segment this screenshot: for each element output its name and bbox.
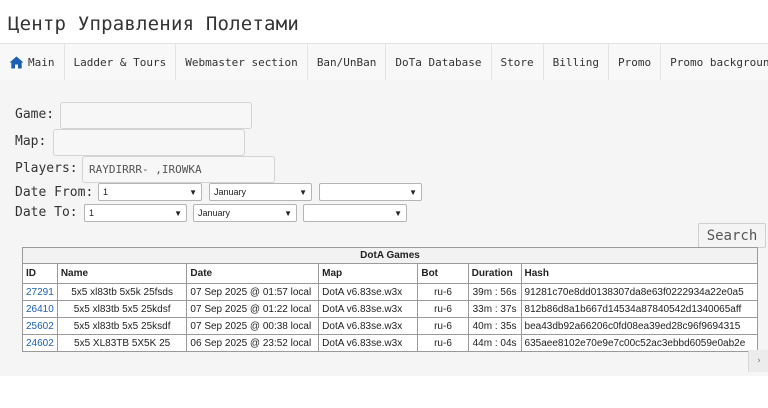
game-id-link[interactable]: 26410 (26, 304, 54, 315)
chevron-down-icon: ▼ (394, 208, 402, 218)
game-hash: 91281c70e8dd0138307da8e63f0222934a22e0a5 (520, 283, 759, 301)
game-duration: 44m : 04s (467, 334, 522, 352)
game-id-link[interactable]: 24602 (26, 338, 54, 349)
date-from-month-value: January (214, 187, 247, 197)
game-hash: 635aee8102e70e9e7c00c52ac3ebbd6059e0ab2e (520, 334, 759, 352)
date-to-year-select[interactable]: ▼ (303, 204, 407, 222)
nav-item-label: Main (28, 56, 55, 69)
chevron-down-icon: ▼ (299, 187, 307, 197)
chevron-down-icon: ▼ (409, 187, 417, 197)
game-name: 5x5 xl83tb 5x5 25kdsf (56, 300, 188, 318)
site-title: Центр Управления Полетами (8, 13, 299, 35)
column-header-hash: Hash (520, 263, 759, 284)
chevron-down-icon: ▼ (284, 208, 292, 218)
date-to-month-select[interactable]: January ▼ (193, 204, 297, 222)
search-button[interactable]: Search (698, 223, 766, 248)
nav-item-billing[interactable]: Billing (544, 44, 609, 81)
game-bot: ru-6 (417, 300, 469, 318)
game-hash: 812b86d8a1b667d14534a87840542d1340065aff (520, 300, 759, 318)
date-from-day-select[interactable]: 1 ▼ (98, 183, 202, 201)
column-header-date: Date (186, 263, 320, 284)
main-navbar: Main Ladder & Tours Webmaster section Ba… (0, 43, 768, 82)
nav-item-webmaster[interactable]: Webmaster section (176, 44, 308, 81)
date-from-month-select[interactable]: January ▼ (209, 183, 312, 201)
game-duration: 39m : 56s (467, 283, 522, 301)
nav-item-promo-background[interactable]: Promo background (661, 44, 768, 81)
game-date: 07 Sep 2025 @ 01:22 local (186, 300, 320, 318)
game-map: DotA v6.83se.w3x (318, 283, 419, 301)
game-bot: ru-6 (417, 317, 469, 335)
nav-item-store[interactable]: Store (492, 44, 544, 81)
column-header-duration: Duration (467, 263, 522, 284)
nav-item-ladder-tours[interactable]: Ladder & Tours (65, 44, 177, 81)
game-duration: 40m : 35s (467, 317, 522, 335)
game-id-link[interactable]: 27291 (26, 287, 54, 298)
chevron-down-icon: ▼ (174, 208, 182, 218)
date-to-day-select[interactable]: 1 ▼ (84, 204, 187, 222)
table-row: 27291 5x5 xl83tb 5x5k 25fsds 07 Sep 2025… (22, 283, 759, 301)
table-header-row: ID Name Date Map Bot Duration Hash (22, 263, 759, 284)
column-header-map: Map (318, 263, 419, 284)
game-map: DotA v6.83se.w3x (318, 334, 419, 352)
date-to-day-value: 1 (89, 208, 95, 218)
nav-item-main[interactable]: Main (0, 44, 65, 81)
date-from-day-value: 1 (103, 187, 109, 197)
table-row: 24602 5x5 XL83TB 5X5K 25 06 Sep 2025 @ 2… (22, 334, 759, 352)
game-label: Game: (15, 107, 55, 122)
game-date: 07 Sep 2025 @ 01:57 local (186, 283, 320, 301)
table-caption-row: DotA Games (22, 247, 758, 264)
scrollbar-corner[interactable]: › (748, 350, 768, 372)
players-input[interactable] (82, 156, 275, 183)
date-to-month-value: January (198, 208, 231, 218)
date-to-label: Date To: (15, 205, 78, 220)
game-map: DotA v6.83se.w3x (318, 317, 419, 335)
game-duration: 33m : 37s (467, 300, 522, 318)
game-date: 06 Sep 2025 @ 23:52 local (186, 334, 320, 352)
map-input[interactable] (53, 129, 245, 156)
table-row: 26410 5x5 xl83tb 5x5 25kdsf 07 Sep 2025 … (22, 300, 759, 318)
column-header-bot: Bot (417, 263, 469, 284)
date-from-label: Date From: (15, 185, 94, 200)
game-name: 5x5 xl83tb 5x5k 25fsds (56, 283, 188, 301)
game-bot: ru-6 (417, 283, 469, 301)
date-from-year-select[interactable]: ▼ (319, 183, 422, 201)
nav-item-ban-unban[interactable]: Ban/UnBan (308, 44, 387, 81)
column-header-id: ID (22, 263, 58, 284)
game-input[interactable] (60, 102, 252, 129)
game-name: 5x5 XL83TB 5X5K 25 (56, 334, 188, 352)
game-map: DotA v6.83se.w3x (318, 300, 419, 318)
map-label: Map: (15, 134, 47, 149)
nav-item-promo[interactable]: Promo (609, 44, 662, 81)
dota-games-table: DotA Games ID Name Date Map Bot Duration… (22, 247, 759, 352)
table-caption: DotA Games (22, 247, 758, 264)
game-bot: ru-6 (417, 334, 469, 352)
players-label: Players: (15, 161, 78, 176)
game-date: 07 Sep 2025 @ 00:38 local (186, 317, 320, 335)
game-name: 5x5 xl83tb 5x5 25ksdf (56, 317, 188, 335)
nav-item-dota-database[interactable]: DoTa Database (386, 44, 492, 81)
game-hash: bea43db92a66206c0fd08ea39ed28c96f9694315 (520, 317, 759, 335)
game-id-link[interactable]: 25602 (26, 321, 54, 332)
home-icon (9, 56, 24, 69)
chevron-down-icon: ▼ (189, 187, 197, 197)
column-header-name: Name (56, 263, 188, 284)
table-row: 25602 5x5 xl83tb 5x5 25ksdf 07 Sep 2025 … (22, 317, 759, 335)
